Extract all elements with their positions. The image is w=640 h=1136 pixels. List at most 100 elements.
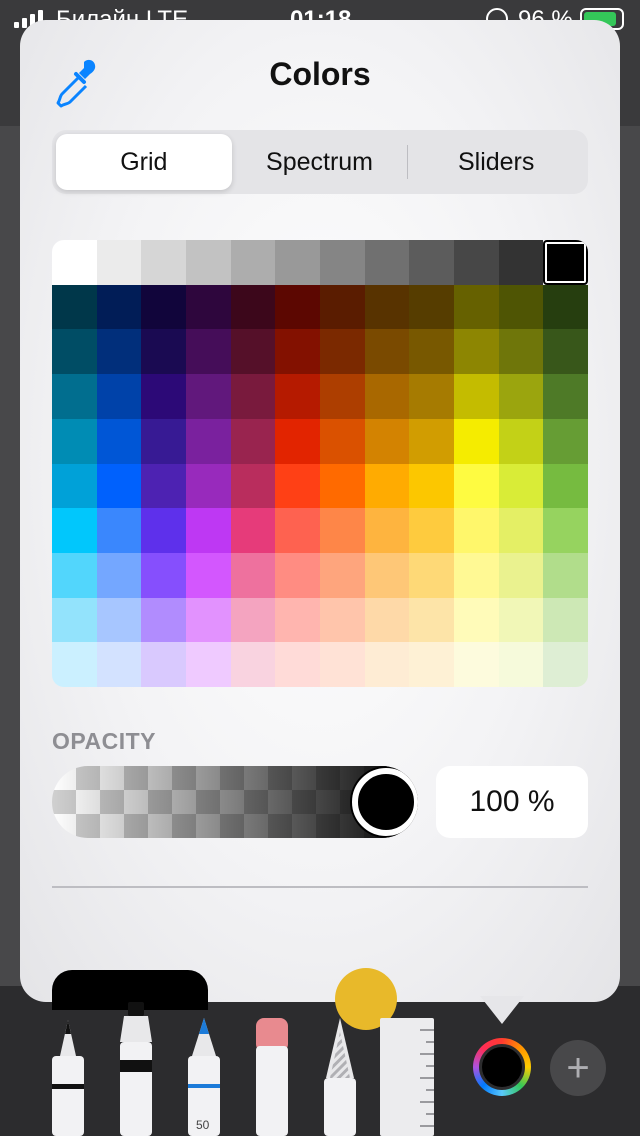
color-swatch[interactable] xyxy=(454,418,499,464)
color-swatch[interactable] xyxy=(320,284,365,330)
color-swatch[interactable] xyxy=(230,642,276,687)
color-swatch[interactable] xyxy=(52,552,97,598)
color-swatch[interactable] xyxy=(409,374,454,419)
color-swatch[interactable] xyxy=(52,418,97,464)
color-swatch[interactable] xyxy=(96,240,142,285)
color-swatch[interactable] xyxy=(454,329,499,375)
color-swatch[interactable] xyxy=(498,284,544,330)
color-swatch[interactable] xyxy=(186,240,231,285)
color-swatch[interactable] xyxy=(498,508,544,553)
color-swatch[interactable] xyxy=(230,418,276,464)
color-swatch[interactable] xyxy=(320,329,365,375)
tab-spectrum[interactable]: Spectrum xyxy=(232,134,408,190)
color-swatch[interactable] xyxy=(52,597,97,643)
color-swatch[interactable] xyxy=(141,597,186,643)
color-swatch[interactable] xyxy=(320,552,365,598)
color-swatch[interactable] xyxy=(96,508,142,553)
color-swatch[interactable] xyxy=(543,552,588,598)
color-swatch[interactable] xyxy=(454,240,499,285)
color-swatch[interactable] xyxy=(364,597,410,643)
color-swatch[interactable] xyxy=(275,463,320,509)
color-swatch[interactable] xyxy=(96,374,142,419)
color-swatch[interactable] xyxy=(230,463,276,509)
color-swatch[interactable] xyxy=(409,597,454,643)
color-swatch[interactable] xyxy=(543,463,588,509)
color-swatch[interactable] xyxy=(543,508,588,553)
color-swatch[interactable] xyxy=(409,642,454,687)
marker-tool[interactable] xyxy=(116,1002,156,1136)
color-swatch[interactable] xyxy=(96,552,142,598)
color-swatch[interactable] xyxy=(141,329,186,375)
color-swatch[interactable] xyxy=(186,552,231,598)
color-swatch[interactable] xyxy=(364,552,410,598)
color-swatch[interactable] xyxy=(320,374,365,419)
color-swatch[interactable] xyxy=(186,463,231,509)
color-swatch[interactable] xyxy=(364,374,410,419)
color-swatch[interactable] xyxy=(275,284,320,330)
color-swatch[interactable] xyxy=(52,284,97,330)
color-swatch[interactable] xyxy=(364,642,410,687)
color-swatch[interactable] xyxy=(498,463,544,509)
color-swatch[interactable] xyxy=(364,508,410,553)
color-swatch[interactable] xyxy=(96,418,142,464)
color-swatch[interactable] xyxy=(141,374,186,419)
color-swatch[interactable] xyxy=(230,552,276,598)
color-swatch[interactable] xyxy=(320,508,365,553)
color-swatch[interactable] xyxy=(498,418,544,464)
color-swatch[interactable] xyxy=(186,329,231,375)
color-swatch[interactable] xyxy=(454,284,499,330)
color-swatch[interactable] xyxy=(543,418,588,464)
color-swatch[interactable] xyxy=(230,284,276,330)
color-swatch[interactable] xyxy=(320,463,365,509)
color-swatch[interactable] xyxy=(364,463,410,509)
color-swatch[interactable] xyxy=(52,508,97,553)
color-swatch[interactable] xyxy=(275,642,320,687)
color-swatch[interactable] xyxy=(141,418,186,464)
color-swatch[interactable] xyxy=(498,597,544,643)
color-swatch[interactable] xyxy=(52,463,97,509)
color-swatch[interactable] xyxy=(230,240,276,285)
color-swatch[interactable] xyxy=(96,329,142,375)
color-swatch[interactable] xyxy=(454,552,499,598)
color-swatch[interactable] xyxy=(96,463,142,509)
color-swatch[interactable] xyxy=(364,329,410,375)
color-swatch[interactable] xyxy=(96,597,142,643)
color-swatch[interactable] xyxy=(52,374,97,419)
color-swatch[interactable] xyxy=(364,240,410,285)
color-swatch[interactable] xyxy=(141,284,186,330)
color-swatch[interactable] xyxy=(320,418,365,464)
color-swatch[interactable] xyxy=(409,463,454,509)
color-swatch[interactable] xyxy=(96,284,142,330)
color-swatch[interactable] xyxy=(454,642,499,687)
color-swatch[interactable] xyxy=(454,463,499,509)
color-swatch[interactable] xyxy=(141,463,186,509)
color-swatch[interactable] xyxy=(543,642,588,687)
color-swatch[interactable] xyxy=(320,240,365,285)
tab-grid[interactable]: Grid xyxy=(56,134,232,190)
color-swatch[interactable] xyxy=(543,374,588,419)
color-swatch[interactable] xyxy=(186,418,231,464)
color-swatch[interactable] xyxy=(364,418,410,464)
color-swatch[interactable] xyxy=(186,508,231,553)
color-swatch[interactable] xyxy=(543,240,588,285)
color-swatch[interactable] xyxy=(52,240,97,285)
color-swatch[interactable] xyxy=(230,374,276,419)
color-swatch[interactable] xyxy=(320,597,365,643)
color-swatch[interactable] xyxy=(543,284,588,330)
color-swatch[interactable] xyxy=(230,508,276,553)
color-swatch[interactable] xyxy=(52,642,97,687)
color-swatch[interactable] xyxy=(498,374,544,419)
ruler-tool[interactable] xyxy=(380,1018,434,1136)
color-swatch[interactable] xyxy=(320,642,365,687)
color-swatch[interactable] xyxy=(498,552,544,598)
color-swatch[interactable] xyxy=(230,329,276,375)
color-swatch[interactable] xyxy=(498,240,544,285)
color-swatch[interactable] xyxy=(498,642,544,687)
color-swatch[interactable] xyxy=(409,552,454,598)
pencil-tool[interactable]: 50 xyxy=(186,1016,222,1136)
color-swatch[interactable] xyxy=(409,284,454,330)
color-swatch[interactable] xyxy=(52,329,97,375)
color-swatch[interactable] xyxy=(186,284,231,330)
color-swatch[interactable] xyxy=(275,552,320,598)
color-swatch[interactable] xyxy=(543,597,588,643)
